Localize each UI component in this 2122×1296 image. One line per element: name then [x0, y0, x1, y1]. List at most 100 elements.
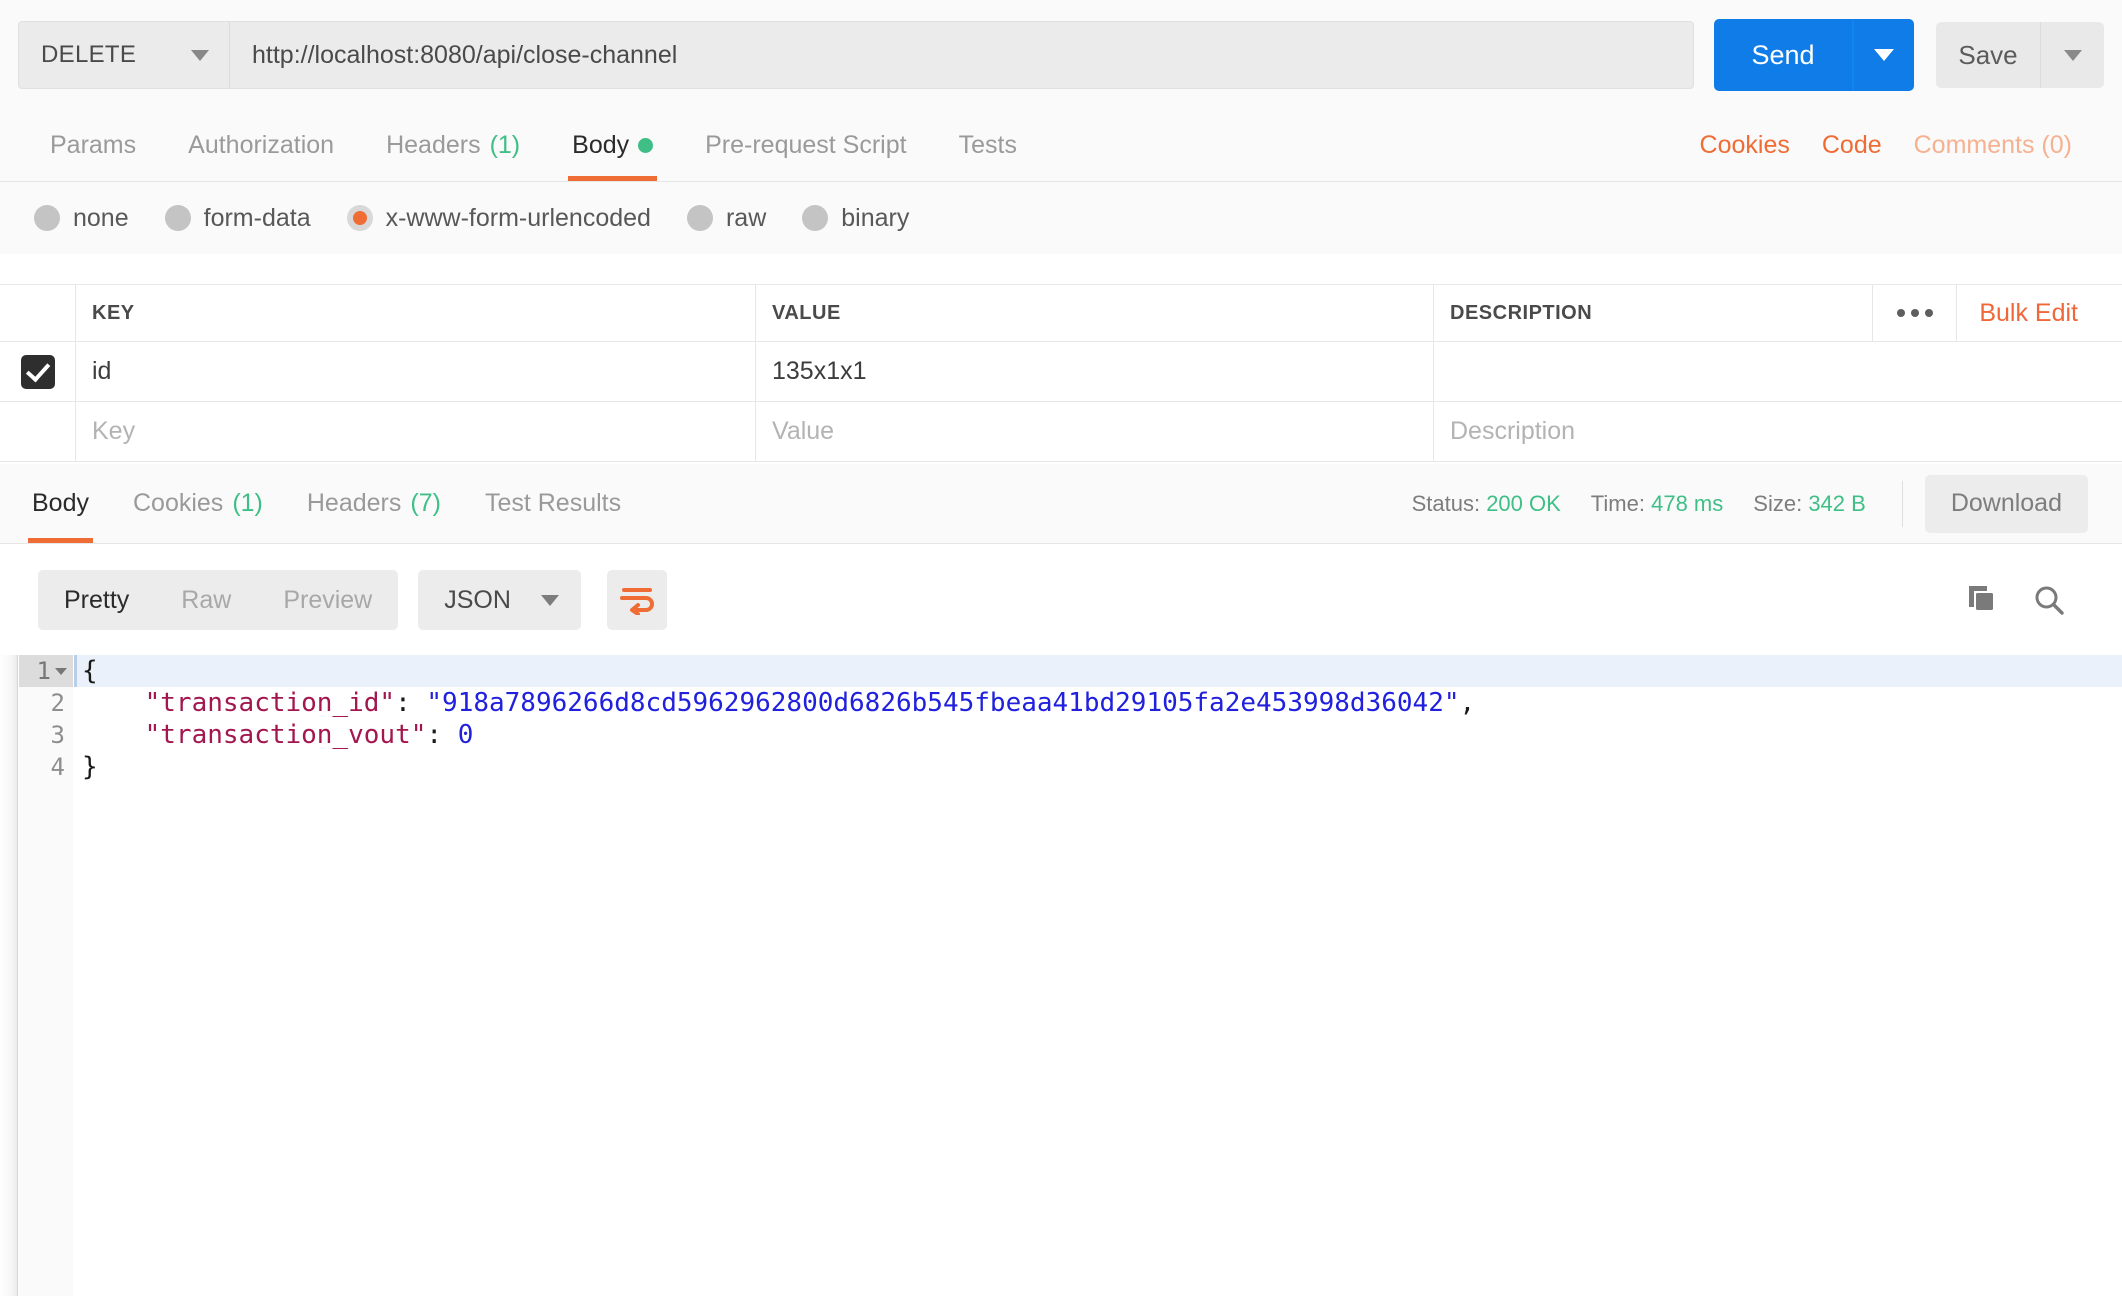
column-header-key: KEY: [76, 285, 756, 341]
send-button[interactable]: Send: [1714, 19, 1852, 91]
code-token-punc: :: [426, 720, 458, 750]
view-mode-pretty[interactable]: Pretty: [38, 570, 155, 630]
table-row-new: Key Value Description: [0, 402, 2122, 462]
radio-icon: [164, 205, 191, 231]
table-header-checkbox-cell: [0, 285, 76, 341]
row-description-input[interactable]: [1434, 342, 2122, 401]
tab-authorization[interactable]: Authorization: [162, 110, 360, 181]
radio-icon: [802, 205, 829, 231]
body-type-binary[interactable]: binary: [802, 204, 909, 233]
code-lines[interactable]: { "transaction_id": "918a7896266d8cd5962…: [74, 655, 2122, 783]
row-value-input[interactable]: 135x1x1: [756, 342, 1434, 401]
radio-icon: [686, 205, 713, 231]
tab-headers-label: Headers: [386, 131, 481, 159]
radio-selected-icon: [346, 205, 373, 231]
status-label: Status:: [1411, 490, 1481, 516]
code-line: {: [74, 655, 2122, 687]
send-options-button[interactable]: [1852, 19, 1914, 91]
body-type-form-data[interactable]: form-data: [164, 203, 311, 233]
size-label: Size:: [1753, 490, 1803, 516]
body-type-radio-group: none form-data x-www-form-urlencoded raw…: [0, 182, 2122, 254]
line-number: 3: [50, 721, 65, 749]
size-badge: Size: 342 B: [1753, 491, 1866, 517]
line-number[interactable]: 1: [19, 655, 73, 687]
column-header-description-label: DESCRIPTION: [1450, 301, 1593, 324]
http-method-label: DELETE: [41, 41, 137, 68]
code-vertical-scrollbar[interactable]: [0, 655, 18, 1296]
code-token-key: "transaction_id": [144, 688, 396, 718]
response-tab-headers[interactable]: Headers (7): [285, 464, 463, 543]
form-data-table: KEY VALUE DESCRIPTION Bulk Edit id 135x1…: [0, 284, 2122, 462]
send-button-group: Send: [1714, 19, 1914, 91]
response-meta: Status: 200 OK Time: 478 ms Size: 342 B …: [1412, 464, 2112, 543]
save-button[interactable]: Save: [1936, 22, 2040, 88]
new-row-value-input[interactable]: Value: [756, 402, 1434, 461]
new-row-key-input[interactable]: Key: [76, 402, 756, 461]
body-type-form-data-label: form-data: [203, 203, 311, 232]
copy-button[interactable]: [1964, 583, 1998, 617]
body-type-none[interactable]: none: [34, 204, 129, 233]
body-type-raw[interactable]: raw: [686, 203, 767, 233]
radio-icon: [34, 205, 60, 231]
word-wrap-toggle[interactable]: [606, 570, 667, 630]
tab-params[interactable]: Params: [24, 110, 162, 181]
response-view-toolbar: Pretty Raw Preview JSON: [0, 545, 2122, 655]
chevron-down-icon: [2063, 49, 2082, 61]
http-method-select[interactable]: DELETE: [18, 21, 230, 89]
table-header-row: KEY VALUE DESCRIPTION Bulk Edit: [0, 284, 2122, 342]
request-tabs-actions: Cookies Code Comments (0): [1684, 110, 2098, 181]
code-line-number-gutter: 12 3 4: [19, 655, 73, 1296]
column-header-value: VALUE: [756, 285, 1434, 341]
view-mode-preview[interactable]: Preview: [257, 570, 398, 630]
response-body-code-viewer[interactable]: 12 3 4 { "transaction_id": "918a7896266d8c…: [0, 655, 2122, 1296]
code-token-num: 0: [457, 720, 474, 750]
tab-pre-request-script[interactable]: Pre-request Script: [679, 110, 932, 181]
view-mode-raw[interactable]: Raw: [155, 570, 257, 630]
size-value: 342 B: [1808, 490, 1866, 516]
url-input[interactable]: http://localhost:8080/api/close-channel: [230, 21, 1694, 89]
response-tab-test-results[interactable]: Test Results: [463, 464, 643, 543]
response-tab-cookies[interactable]: Cookies (1): [111, 464, 285, 543]
tab-headers[interactable]: Headers (1): [360, 110, 546, 181]
response-tab-test-results-label: Test Results: [484, 489, 622, 517]
response-tab-body-label: Body: [32, 489, 89, 517]
response-toolbar-actions: [1964, 583, 2084, 617]
search-button[interactable]: [2032, 583, 2066, 617]
body-type-raw-label: raw: [725, 203, 767, 232]
response-tabs: Body Cookies (1) Headers (7) Test Result…: [0, 464, 2122, 544]
tab-body-label: Body: [572, 131, 630, 159]
time-badge: Time: 478 ms: [1591, 491, 1723, 517]
row-enabled-checkbox[interactable]: [20, 354, 55, 389]
code-token-punc: {: [82, 656, 98, 686]
tab-tests[interactable]: Tests: [933, 110, 1043, 181]
new-row-checkbox-cell: [0, 402, 76, 461]
tab-params-label: Params: [50, 131, 137, 159]
tab-body[interactable]: Body: [546, 110, 679, 181]
response-tab-body[interactable]: Body: [10, 464, 111, 543]
column-header-description: DESCRIPTION Bulk Edit: [1434, 285, 2122, 341]
bulk-edit-button[interactable]: Bulk Edit: [1956, 285, 2106, 341]
code-token-punc: ,: [1459, 688, 1476, 718]
new-row-description-input[interactable]: Description: [1434, 402, 2122, 461]
search-icon: [2035, 586, 2064, 615]
language-select[interactable]: JSON: [418, 570, 581, 630]
body-type-x-www-form-urlencoded[interactable]: x-www-form-urlencoded: [346, 203, 651, 233]
status-value: 200 OK: [1486, 490, 1561, 516]
save-options-button[interactable]: [2040, 22, 2104, 88]
time-value: 478 ms: [1651, 490, 1724, 516]
comments-link[interactable]: Comments (0): [1898, 131, 2088, 160]
time-label: Time:: [1590, 490, 1645, 516]
table-header-actions: Bulk Edit: [1872, 285, 2106, 341]
row-key-input[interactable]: id: [76, 342, 756, 401]
more-options-icon[interactable]: [1872, 285, 1956, 341]
cookies-link[interactable]: Cookies: [1684, 131, 1806, 160]
response-tab-headers-label: Headers: [306, 489, 402, 517]
download-button[interactable]: Download: [1924, 474, 2088, 533]
language-select-label: JSON: [444, 585, 511, 614]
code-link[interactable]: Code: [1806, 131, 1898, 160]
body-type-x-www-form-urlencoded-label: x-www-form-urlencoded: [385, 203, 651, 232]
request-tabs: Params Authorization Headers (1) Body Pr…: [0, 110, 2122, 182]
chevron-down-icon: [540, 594, 559, 606]
tab-authorization-label: Authorization: [188, 131, 335, 159]
